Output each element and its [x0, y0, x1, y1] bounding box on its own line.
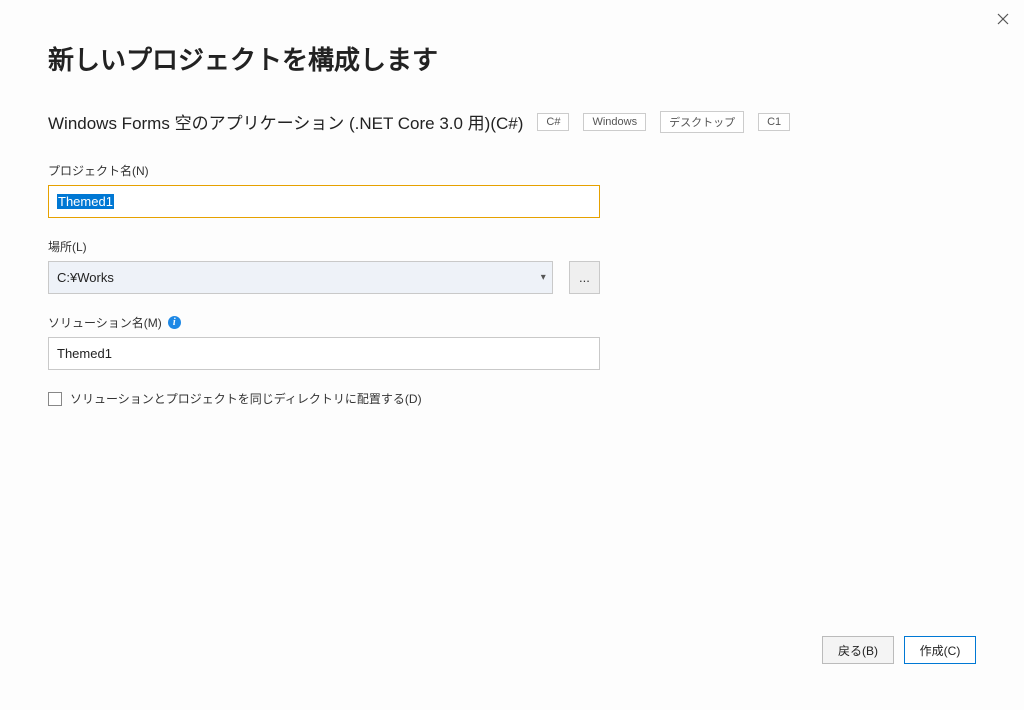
template-tag: C# [537, 113, 569, 131]
template-tag: Windows [583, 113, 646, 131]
back-button[interactable]: 戻る(B) [822, 636, 894, 664]
template-tag: C1 [758, 113, 790, 131]
field-project-name: プロジェクト名(N) Themed1 [48, 162, 600, 218]
location-value: C:¥Works [57, 270, 114, 285]
project-name-label: プロジェクト名(N) [48, 162, 600, 179]
create-button[interactable]: 作成(C) [904, 636, 976, 664]
field-location: 場所(L) C:¥Works ▾ ... [48, 238, 600, 294]
page-title: 新しいプロジェクトを構成します [48, 40, 976, 77]
browse-button[interactable]: ... [569, 261, 600, 294]
place-same-directory-row[interactable]: ソリューションとプロジェクトを同じディレクトリに配置する(D) [48, 390, 976, 407]
project-name-value: Themed1 [57, 194, 114, 209]
solution-name-label: ソリューション名(M) [48, 314, 162, 331]
close-icon [997, 13, 1009, 25]
checkbox-icon[interactable] [48, 392, 62, 406]
checkbox-label: ソリューションとプロジェクトを同じディレクトリに配置する(D) [70, 390, 422, 407]
close-button[interactable] [992, 8, 1014, 30]
back-button-label: 戻る(B) [838, 642, 878, 659]
location-label: 場所(L) [48, 238, 600, 255]
project-name-input[interactable]: Themed1 [48, 185, 600, 218]
info-icon[interactable]: i [168, 316, 181, 329]
template-header: Windows Forms 空のアプリケーション (.NET Core 3.0 … [48, 109, 976, 134]
chevron-down-icon: ▾ [541, 272, 546, 283]
browse-label: ... [579, 270, 590, 285]
dialog-footer: 戻る(B) 作成(C) [822, 636, 976, 664]
create-button-label: 作成(C) [920, 642, 961, 659]
field-solution-name: ソリューション名(M) i Themed1 [48, 314, 600, 370]
dialog-content: 新しいプロジェクトを構成します Windows Forms 空のアプリケーション… [0, 0, 1024, 407]
solution-name-value: Themed1 [57, 346, 112, 361]
template-tag: デスクトップ [660, 111, 744, 133]
solution-name-input[interactable]: Themed1 [48, 337, 600, 370]
location-combo[interactable]: C:¥Works ▾ [48, 261, 553, 294]
template-name: Windows Forms 空のアプリケーション (.NET Core 3.0 … [48, 109, 523, 134]
dialog-configure-new-project: 新しいプロジェクトを構成します Windows Forms 空のアプリケーション… [0, 0, 1024, 710]
